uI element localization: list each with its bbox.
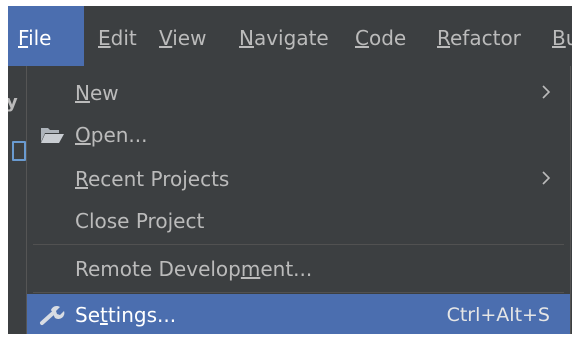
file-icon (12, 141, 26, 161)
menu-edit[interactable]: Edit (98, 6, 137, 66)
panel-title-fragment: y (8, 92, 18, 113)
chevron-right-icon (542, 171, 551, 185)
folder-open-icon (41, 128, 64, 143)
menu-item-recent-projects-label: Recent Projects (75, 167, 230, 191)
menu-item-open-label: Open... (75, 123, 148, 147)
file-menu-dropdown: New Open... Recent Projects Close Projec… (26, 66, 571, 334)
menu-refactor[interactable]: Refactor (437, 6, 521, 66)
menu-item-close-project[interactable]: Close Project (27, 200, 570, 240)
menu-item-new-label: New (75, 81, 119, 105)
menu-item-settings[interactable]: Settings... Ctrl+Alt+S (27, 294, 570, 334)
menu-item-new[interactable]: New (27, 72, 570, 112)
menu-code[interactable]: Code (355, 6, 406, 66)
menu-navigate[interactable]: Navigate (239, 6, 329, 66)
ide-window: File Edit View Navigate Code Refactor Bu… (8, 6, 572, 334)
menu-item-open[interactable]: Open... (27, 114, 570, 154)
menu-file[interactable]: File (8, 6, 84, 66)
menu-item-remote-development-label: Remote Development... (75, 257, 313, 281)
wrench-icon (40, 305, 65, 325)
chevron-right-icon (542, 85, 551, 99)
menu-item-close-project-label: Close Project (75, 209, 205, 233)
menu-bar: File Edit View Navigate Code Refactor Bu (8, 6, 572, 66)
menu-view[interactable]: View (159, 6, 206, 66)
project-panel-edge: y (8, 66, 27, 334)
menu-build[interactable]: Bu (552, 6, 572, 66)
menu-separator (33, 244, 564, 245)
shortcut-label: Ctrl+Alt+S (446, 304, 550, 326)
menu-separator (33, 292, 564, 293)
menu-item-settings-label: Settings... (75, 303, 177, 327)
menu-item-recent-projects[interactable]: Recent Projects (27, 158, 570, 198)
menu-item-remote-development[interactable]: Remote Development... (27, 248, 570, 288)
